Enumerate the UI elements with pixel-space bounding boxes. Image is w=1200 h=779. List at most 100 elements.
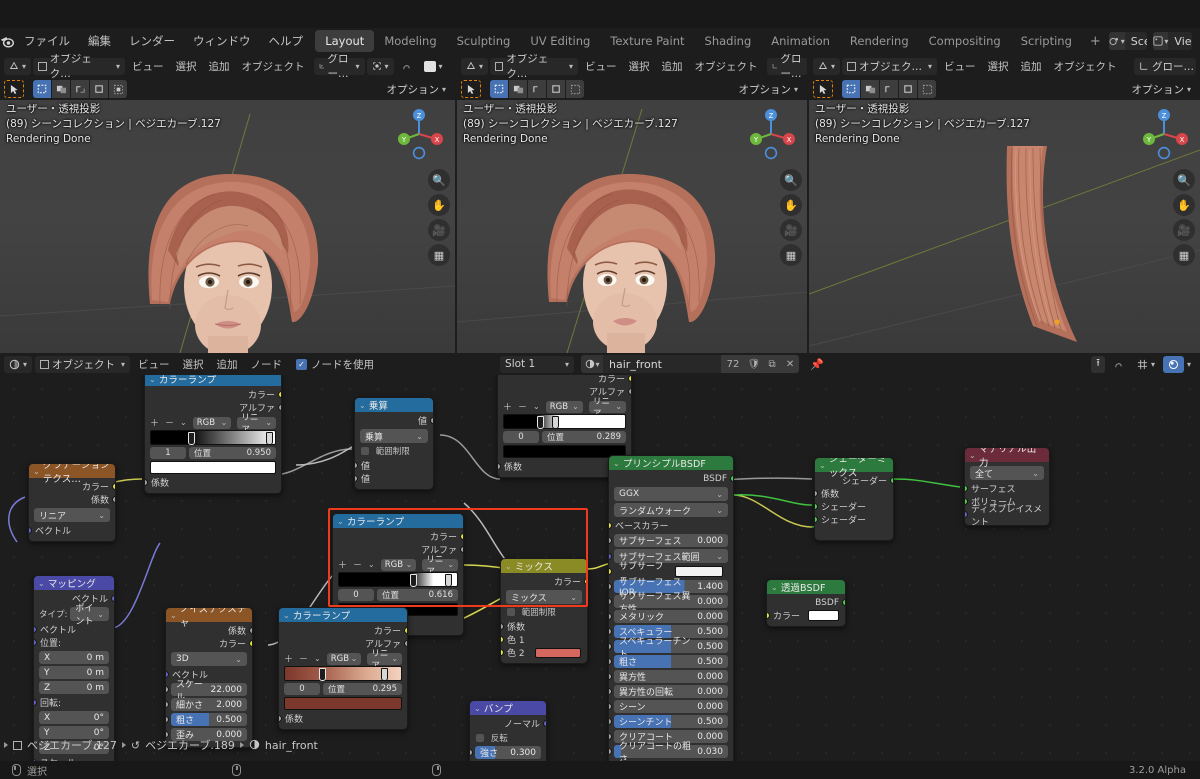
viewport-2-options-dropdown[interactable]: オプション ▾ (733, 81, 803, 98)
mapping-location-x[interactable]: X 0 m (39, 651, 109, 664)
socket-dot[interactable] (609, 658, 612, 665)
node-menu-add[interactable]: 追加 (212, 355, 243, 374)
socket-dot[interactable] (112, 483, 115, 490)
ramp-position[interactable]: 位置 0.616 (377, 589, 458, 601)
socket-out-color[interactable]: カラー (29, 480, 115, 493)
bump-strength[interactable]: 強さ 0.300 (475, 746, 541, 759)
viewport-1[interactable]: ▾ オブジェク… ▾ ビュー 選択 追加 オブジェクト グロー… ▾ ▾ ▾ オ… (0, 54, 455, 353)
bump-invert-toggle[interactable]: 反転 (476, 732, 540, 744)
breadcrumb-object[interactable]: ベジエカーブ.127 (27, 737, 117, 753)
use-nodes-toggle[interactable]: ✓ ノードを使用 (296, 357, 374, 372)
material-datablock[interactable]: ▾ hair_front 72 🛡 ⧉ ✕ (581, 355, 800, 373)
node-mapping[interactable]: ⌄ マッピング ベクトル タイプ: ポイント ⌄ ベクトル 位置: X 0 m … (33, 575, 115, 761)
socket-dot[interactable] (498, 463, 501, 470)
ramp-color-swatch[interactable] (284, 697, 402, 710)
viewport-3-menu-object[interactable]: オブジェクト (1049, 57, 1122, 76)
socket-dot[interactable] (584, 578, 587, 585)
pan-hand-icon[interactable]: ✋ (780, 194, 802, 216)
socket-dot[interactable] (355, 475, 358, 482)
noise-scale[interactable]: スケール 22.000 (171, 680, 247, 703)
socket-in-location[interactable]: 位置: (34, 636, 114, 649)
ramp-menu-icon[interactable]: ⌄ (180, 418, 187, 427)
socket-in-value-2[interactable]: 値 (355, 472, 433, 485)
socket-out-alpha[interactable]: アルファ (333, 543, 463, 556)
socket-in-shader-2[interactable]: シェーダー (815, 513, 893, 526)
ramp-position[interactable]: 位置 0.950 (189, 447, 276, 459)
ramp-remove-icon[interactable]: － (353, 558, 362, 571)
clamp-checkbox[interactable] (361, 447, 369, 455)
socket-dot[interactable] (965, 511, 968, 518)
menu-file[interactable]: ファイル (15, 30, 79, 52)
ramp-interpolation[interactable]: リニア⌄ (237, 413, 277, 435)
ramp-stop[interactable] (381, 668, 389, 681)
workspace-tab-sculpting[interactable]: Sculpting (447, 30, 521, 52)
viewport-1-navigation-gizmo[interactable]: Z X Y (391, 106, 447, 162)
viewport-2-tool-select[interactable] (461, 80, 481, 98)
viewport-2-select-box[interactable] (490, 80, 508, 98)
math-operation-dropdown[interactable]: 乗算 ⌄ (360, 429, 428, 443)
menu-edit[interactable]: 編集 (79, 30, 120, 52)
socket-dot[interactable] (279, 715, 282, 722)
socket-in-fac[interactable]: 係数 (145, 476, 281, 489)
socket-in-vector[interactable]: ベクトル (29, 524, 115, 537)
socket-out-bsdf[interactable]: BSDF (609, 472, 733, 485)
viewport-3-tool-select[interactable] (813, 80, 833, 98)
socket-dot[interactable] (767, 612, 770, 619)
material-duplicate-icon[interactable]: ⧉ (763, 355, 782, 373)
ramp-interpolation[interactable]: リニア⌄ (422, 555, 459, 577)
socket-out-value[interactable]: 値 (355, 414, 433, 427)
ramp-color-mode[interactable]: RGB ⌄ (380, 558, 417, 571)
node-color-ramp-top-header[interactable]: ⌄ カラーランプ (145, 375, 281, 386)
workspace-tab-rendering[interactable]: Rendering (840, 30, 919, 52)
socket-dot[interactable] (112, 496, 115, 503)
socket-dot[interactable] (29, 527, 32, 534)
viewport-1-select-circle[interactable] (52, 80, 70, 98)
socket-dot[interactable] (609, 748, 612, 755)
node-menu-view[interactable]: ビュー (133, 355, 175, 374)
ramp-color-swatch[interactable] (503, 445, 626, 458)
socket-dot[interactable] (460, 546, 463, 553)
socket-dot[interactable] (965, 498, 968, 505)
socket-out-color[interactable]: カラー (333, 530, 463, 543)
viewport-1-menu-add[interactable]: 追加 (204, 57, 235, 76)
ramp-position[interactable]: 位置 0.289 (542, 431, 626, 443)
bsdf-distribution-dropdown[interactable]: GGX ⌄ (614, 487, 728, 501)
viewport-3-select-box[interactable] (842, 80, 860, 98)
ramp-add-icon[interactable]: ＋ (284, 652, 293, 665)
node-bump[interactable]: ⌄ バンプ ノーマル 反転 強さ 0.300 (469, 700, 547, 761)
workspace-tab-compositing[interactable]: Compositing (919, 30, 1011, 52)
gradient-type-dropdown[interactable]: リニア ⌄ (34, 508, 110, 522)
ramp-menu-icon[interactable]: ⌄ (533, 402, 540, 411)
socket-dot[interactable] (965, 485, 968, 492)
blender-logo-icon[interactable] (0, 28, 15, 54)
node-material-output-header[interactable]: ⌄ マテリアル出力 (965, 448, 1049, 469)
node-gradient-texture[interactable]: ⌄ グラデーションテクス… カラー 係数 リニア ⌄ ベクトル (28, 463, 116, 542)
viewport-3-menu-select[interactable]: 選択 (983, 57, 1014, 76)
ramp-stop[interactable] (409, 574, 417, 587)
ramp-gradient-middle[interactable] (503, 414, 626, 429)
viewport-3-select-invert[interactable] (918, 80, 936, 98)
viewport-2-menu-add[interactable]: 追加 (657, 57, 688, 76)
node-material-output[interactable]: ⌄ マテリアル出力 全て ⌄ サーフェス ボリューム ディスプレイスメント (964, 447, 1050, 526)
bsdf-sheen-tint[interactable]: シーンチント 0.500 (614, 715, 728, 728)
socket-dot[interactable] (249, 627, 252, 634)
ortho-persp-icon[interactable]: ▦ (780, 244, 802, 266)
ramp-stop[interactable] (552, 416, 560, 429)
pan-hand-icon[interactable]: ✋ (1173, 194, 1195, 216)
node-color-ramp-bottom-header[interactable]: ⌄ カラーランプ (279, 608, 407, 622)
node-shader-mix[interactable]: ⌄ シェーダーミックス シェーダー 係数 シェーダー シェーダー (814, 457, 894, 541)
node-color-ramp-top[interactable]: ⌄カラーランプ カラー アルファ ＋ － ⌄ RGB⌄ リニア⌄ (144, 375, 282, 494)
mapping-location-y[interactable]: Y 0 m (39, 666, 109, 679)
bsdf-subsurface-anisotropy[interactable]: サブサーフェス異方性 0.000 (614, 592, 728, 615)
material-users-count[interactable]: 72 (721, 355, 746, 373)
socket-in-value-1[interactable]: 値 (355, 459, 433, 472)
bsdf-sheen[interactable]: シーン 0.000 (614, 700, 728, 713)
ortho-persp-icon[interactable]: ▦ (1173, 244, 1195, 266)
viewport-2-menu-object[interactable]: オブジェクト (690, 57, 763, 76)
socket-dot[interactable] (430, 417, 433, 424)
socket-dot[interactable] (470, 749, 473, 756)
viewport-3-mode-selector[interactable]: オブジェク… ▾ (842, 57, 938, 75)
node-principled-bsdf[interactable]: ⌄ プリンシプルBSDF BSDF GGX ⌄ ランダムウォーク ⌄ ベースカラー サ… (608, 455, 734, 761)
socket-dot[interactable] (543, 720, 546, 727)
ramp-stop[interactable] (318, 668, 326, 681)
